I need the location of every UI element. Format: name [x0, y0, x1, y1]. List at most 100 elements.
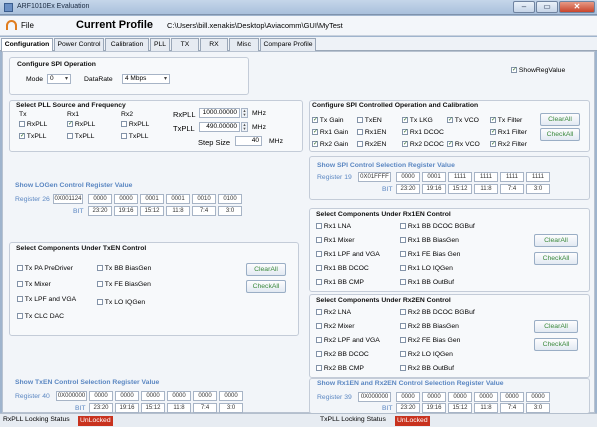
spi-clear-all-button[interactable]: ClearAll [540, 113, 580, 126]
rxen-bit-cell: 15:12 [448, 403, 472, 413]
checkbox-icon: ✓ [511, 67, 518, 74]
rx2en-item[interactable]: Rx2 BB DCOC [316, 351, 369, 358]
txen-clear-all-button[interactable]: ClearAll [246, 263, 286, 276]
txen-item[interactable]: Tx LO IQGen [97, 299, 145, 306]
txpll-status-label: TxPLL Locking Status [320, 416, 386, 423]
txen-bit-label: BIT [75, 405, 86, 412]
rx1en-item[interactable]: Rx1 Mixer [316, 237, 354, 244]
tx-vco-checkbox[interactable]: ✓ Tx VCO [447, 117, 479, 124]
rxpll-freq-label: RxPLL [173, 110, 196, 119]
tab-calibration[interactable]: Calibration [105, 38, 149, 51]
rx2en-item[interactable]: Rx2 BB DCOC BGBuf [400, 309, 475, 316]
spi-bit-cell: 15:12 [448, 184, 472, 194]
rx1en-item[interactable]: Rx1 LNA [316, 223, 351, 230]
txen-item[interactable]: Tx Mixer [17, 281, 51, 288]
rx2en-item[interactable]: Rx2 LO IQGen [400, 351, 453, 358]
spi-check-all-button[interactable]: CheckAll [540, 128, 580, 141]
file-menu[interactable]: File [21, 21, 34, 30]
mode-select[interactable]: 0 ▾ [47, 74, 71, 84]
spi-value-cell: 0001 [422, 172, 446, 182]
datarate-label: DataRate [84, 76, 113, 83]
rx1-dcoc-checkbox[interactable]: ✓ Rx1 DCOC [402, 129, 444, 136]
maximize-button[interactable]: ▭ [536, 1, 558, 13]
step-mhz-label: MHz [269, 138, 283, 145]
logen-bit-cell: 23:20 [88, 206, 112, 216]
tab-pll[interactable]: PLL [150, 38, 170, 51]
rxen-value-cell: 0000 [448, 392, 472, 402]
tx-gain-checkbox[interactable]: ✓ Tx Gain [312, 117, 344, 124]
txen-item[interactable]: Tx CLC DAC [17, 313, 64, 320]
txpll-freq-input[interactable]: 490.00000 [199, 122, 240, 132]
tx-lkg-checkbox[interactable]: ✓ Tx LKG [402, 117, 433, 124]
rx2en-check-all-button[interactable]: CheckAll [534, 338, 578, 351]
tab-compare-profile[interactable]: Compare Profile [260, 38, 316, 51]
minimize-button[interactable]: – [513, 1, 535, 13]
tab-tx[interactable]: TX [171, 38, 199, 51]
txen-bit-cell: 7:4 [193, 403, 217, 413]
rx2en-item[interactable]: Rx2 BB OutBuf [400, 365, 454, 372]
txen-bit-cell: 23:20 [89, 403, 113, 413]
rx2en-item[interactable]: Rx2 BB CMP [316, 365, 364, 372]
tx-filter-checkbox[interactable]: ✓ Tx Filter [490, 117, 522, 124]
logen-value-cell: 0010 [192, 194, 216, 204]
step-size-label: Step Size [198, 138, 231, 147]
status-bar: RxPLL Locking Status UnLocked TxPLL Lock… [0, 413, 597, 427]
rx2-gain-checkbox[interactable]: ✓ Rx2 Gain [312, 141, 348, 148]
close-button[interactable]: ✕ [559, 1, 595, 13]
txen-value-cell: 0000 [167, 391, 191, 401]
rx2en-clear-all-button[interactable]: ClearAll [534, 320, 578, 333]
rx2en-item[interactable]: Rx2 FE Bias Gen [400, 337, 460, 344]
rx1en-item[interactable]: Rx1 BB DCOC BGBuf [400, 223, 475, 230]
tab-misc[interactable]: Misc [229, 38, 259, 51]
txen-check-all-button[interactable]: CheckAll [246, 280, 286, 293]
tab-rx[interactable]: RX [200, 38, 228, 51]
txen-item[interactable]: Tx BB BiasGen [97, 265, 151, 272]
app-menu-icon[interactable] [6, 20, 17, 30]
tx-rxpll-checkbox[interactable]: RxPLL [19, 121, 47, 128]
rxpll-freq-input[interactable]: 1000.00000 [199, 108, 240, 118]
rx1-gain-checkbox[interactable]: ✓ Rx1 Gain [312, 129, 348, 136]
rx1en-item[interactable]: Rx1 LPF and VGA [316, 251, 380, 258]
rx2-dcoc-checkbox[interactable]: ✓ Rx2 DCOC [402, 141, 444, 148]
tab-configuration[interactable]: Configuration [1, 38, 53, 52]
txpll-spinner[interactable]: ▲ ▼ [241, 122, 248, 132]
rx1en-item[interactable]: Rx1 BB DCOC [316, 265, 369, 272]
rx2-txpll-checkbox[interactable]: TxPLL [121, 133, 148, 140]
txen-item[interactable]: Tx PA PreDriver [17, 265, 73, 272]
chevron-down-icon: ▾ [64, 76, 68, 82]
txen-title: Select Components Under TxEN Control [16, 245, 147, 252]
rx2en-item[interactable]: Rx2 LPF and VGA [316, 337, 380, 344]
rx2-rxpll-checkbox[interactable]: RxPLL [121, 121, 149, 128]
txen-register-hex: 0X000000 [56, 391, 87, 401]
rx2en-checkbox[interactable]: Rx2EN [357, 141, 386, 148]
rx1en-item[interactable]: Rx1 FE Bias Gen [400, 251, 460, 258]
rx2en-item[interactable]: Rx2 LNA [316, 309, 351, 316]
tx-txpll-checkbox[interactable]: ✓ TxPLL [19, 133, 46, 140]
rx2en-item[interactable]: Rx2 Mixer [316, 323, 354, 330]
rx1en-title: Select Components Under Rx1EN Control [316, 211, 451, 218]
rx1en-item[interactable]: Rx1 BB OutBuf [400, 279, 454, 286]
rx1en-clear-all-button[interactable]: ClearAll [534, 234, 578, 247]
txen-checkbox[interactable]: TxEN [357, 117, 382, 124]
tab-power-control[interactable]: Power Control [54, 38, 104, 51]
step-size-input[interactable]: 40 [235, 136, 262, 146]
rx1en-item[interactable]: Rx1 BB CMP [316, 279, 364, 286]
rx1en-item[interactable]: Rx1 BB BiasGen [400, 237, 459, 244]
rx-vco-checkbox[interactable]: ✓ Rx VCO [447, 141, 480, 148]
rx1en-check-all-button[interactable]: CheckAll [534, 252, 578, 265]
datarate-select[interactable]: 4 Mbps ▾ [122, 74, 170, 84]
rxpll-spinner[interactable]: ▲ ▼ [241, 108, 248, 118]
show-reg-value-checkbox[interactable]: ✓ ShowRegValue [511, 67, 565, 74]
rx1-txpll-checkbox[interactable]: TxPLL [67, 133, 94, 140]
rx2-filter-checkbox[interactable]: ✓ Rx2 Filter [490, 141, 527, 148]
txen-item[interactable]: Tx FE BiasGen [97, 281, 151, 288]
spi-register-label: Register 19 [317, 174, 352, 181]
rx1-filter-checkbox[interactable]: ✓ Rx1 Filter [490, 129, 527, 136]
rx1-rxpll-checkbox[interactable]: ✓ RxPLL [67, 121, 95, 128]
txen-bit-cell: 3:0 [219, 403, 243, 413]
rx2en-title: Select Components Under Rx2EN Control [316, 297, 451, 304]
rx2en-item[interactable]: Rx2 BB BiasGen [400, 323, 459, 330]
rx1en-item[interactable]: Rx1 LO IQGen [400, 265, 453, 272]
rx1en-checkbox[interactable]: Rx1EN [357, 129, 386, 136]
txen-item[interactable]: Tx LPF and VGA [17, 296, 76, 303]
